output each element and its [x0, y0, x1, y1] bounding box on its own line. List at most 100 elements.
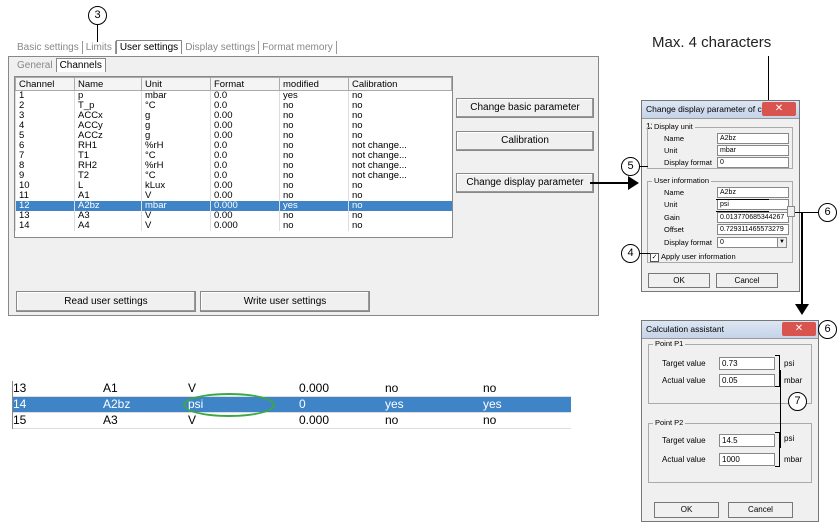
display-name-label: Name — [664, 134, 685, 143]
chevron-down-icon[interactable]: ▼ — [777, 237, 787, 248]
col-calibration[interactable]: Calibration — [348, 77, 452, 91]
calculation-assistant-dialog: Calculation assistant ✕ Point P1 Target … — [641, 320, 819, 522]
table-cell: 0.000 — [210, 221, 280, 231]
highlight-ellipse — [183, 393, 275, 417]
bracket-connector — [780, 370, 781, 448]
callout-3: 3 — [88, 6, 107, 25]
result-cell: 15 — [13, 413, 27, 427]
calc-assistant-button[interactable] — [787, 206, 795, 217]
result-table: 13 A1 V 0.000 no no 14 A2bz psi 0 yes yes 15 A3 V 0.000… — [13, 381, 571, 429]
point-p2-label: Point P2 — [653, 418, 686, 427]
max-characters-note: Max. 4 characters — [652, 34, 772, 51]
offset-input[interactable]: 0.729311465573279 — [717, 224, 789, 235]
user-unit-input[interactable]: psi — [717, 199, 789, 210]
dialog2-ok-button[interactable]: OK — [654, 502, 719, 518]
subtab-general[interactable]: General — [14, 59, 56, 72]
table-cell: V — [141, 211, 211, 221]
table-cell: 1 — [15, 90, 75, 101]
result-cell: 0 — [299, 397, 306, 411]
table-cell: °C — [141, 101, 211, 111]
tab-basic-settings[interactable]: Basic settings — [14, 41, 83, 54]
gain-label: Gain — [664, 213, 680, 222]
write-user-settings-button[interactable]: Write user settings — [200, 291, 370, 312]
apply-user-info-checkbox[interactable]: ✓ — [650, 253, 659, 262]
table-cell: no — [348, 211, 452, 221]
p1-target-unit: psi — [784, 359, 795, 368]
p2-actual-label: Actual value — [662, 455, 706, 464]
callout-5: 5 — [621, 157, 640, 176]
result-cell: no — [385, 413, 399, 427]
col-channel[interactable]: Channel — [15, 77, 75, 91]
table-cell: 8 — [15, 161, 75, 171]
change-basic-parameter-button[interactable]: Change basic parameter — [456, 98, 594, 118]
result-row[interactable]: 15 A3 V 0.000 no no — [13, 413, 571, 429]
p1-actual-label: Actual value — [662, 376, 706, 385]
table-cell: 6 — [15, 141, 75, 151]
p1-target-input[interactable]: 0.73 — [719, 357, 775, 370]
result-row[interactable]: 13 A1 V 0.000 no no — [13, 381, 571, 397]
table-spacer — [15, 231, 452, 237]
tab-format-memory[interactable]: Format memory — [259, 41, 337, 54]
table-cell: mbar — [141, 201, 211, 211]
result-cell: V — [188, 381, 197, 395]
dialog2-cancel-button[interactable]: Cancel — [728, 502, 793, 518]
result-cell: A1 — [103, 381, 118, 395]
table-cell: no — [348, 201, 452, 211]
result-cell: yes — [483, 397, 502, 411]
callout-7: 7 — [788, 392, 807, 411]
col-modified[interactable]: modified — [279, 77, 349, 91]
result-cell: no — [483, 413, 497, 427]
table-cell: 2 — [15, 101, 75, 111]
dialog1-cancel-button[interactable]: Cancel — [716, 273, 778, 288]
col-format[interactable]: Format — [210, 77, 280, 91]
display-format-field: 0 — [717, 157, 789, 168]
user-unit-label: Unit — [664, 200, 678, 209]
table-cell: A4 — [74, 221, 142, 231]
calibration-button[interactable]: Calibration — [456, 131, 594, 151]
p2-target-input[interactable]: 14.5 — [719, 434, 775, 447]
user-information-group-label: User information — [652, 176, 712, 185]
dialog1-close-button[interactable]: ✕ — [762, 102, 796, 116]
table-cell: V — [141, 221, 211, 231]
tab-limits[interactable]: Limits — [83, 41, 116, 54]
user-name-input[interactable]: A2bz — [717, 187, 789, 198]
tab-user-settings[interactable]: User settings — [115, 40, 183, 54]
change-display-parameter-button[interactable]: Change display parameter — [456, 173, 594, 193]
subtab-channels[interactable]: Channels — [55, 58, 106, 72]
table-cell: no — [348, 221, 452, 231]
arrow-head-down — [795, 304, 809, 315]
table-cell: no — [348, 181, 452, 191]
display-unit-field: mbar — [717, 145, 789, 156]
arrow-to-dialog — [590, 182, 632, 184]
table-cell: no — [279, 221, 349, 231]
tab-display-settings[interactable]: Display settings — [182, 41, 260, 54]
display-format-label: Display format — [664, 158, 712, 167]
table-cell: kLux — [141, 181, 211, 191]
table-cell: not change... — [348, 171, 452, 181]
callout-6-upper: 6 — [818, 203, 837, 222]
p1-actual-unit: mbar — [784, 376, 803, 385]
p2-actual-input[interactable]: 1000 — [719, 453, 775, 466]
display-name-field: A2bz — [717, 133, 789, 144]
table-cell: no — [348, 191, 452, 201]
pointer-name — [716, 199, 769, 200]
display-unit-group-label: Display unit — [652, 122, 695, 131]
dialog2-close-button[interactable]: ✕ — [782, 322, 816, 336]
result-row[interactable]: 14 A2bz psi 0 yes yes — [13, 397, 571, 413]
dialog1-ok-button[interactable]: OK — [648, 273, 710, 288]
p1-actual-input[interactable]: 0.05 — [719, 374, 775, 387]
result-table-border — [12, 381, 13, 429]
gain-input[interactable]: 0.013770685344267 — [717, 212, 789, 223]
table-cell: 3 — [15, 111, 75, 121]
read-user-settings-button[interactable]: Read user settings — [16, 291, 196, 312]
col-unit[interactable]: Unit — [141, 77, 211, 91]
p2-target-label: Target value — [662, 436, 706, 445]
table-cell: 7 — [15, 151, 75, 161]
col-name[interactable]: Name — [74, 77, 142, 91]
table-row[interactable]: 14 A4 V 0.000 no no — [15, 221, 452, 231]
table-cell: 14 — [15, 221, 75, 231]
result-cell: A3 — [103, 413, 118, 427]
user-format-select[interactable]: 0 — [717, 237, 779, 248]
table-cell: 4 — [15, 121, 75, 131]
p2-actual-unit: mbar — [784, 455, 803, 464]
